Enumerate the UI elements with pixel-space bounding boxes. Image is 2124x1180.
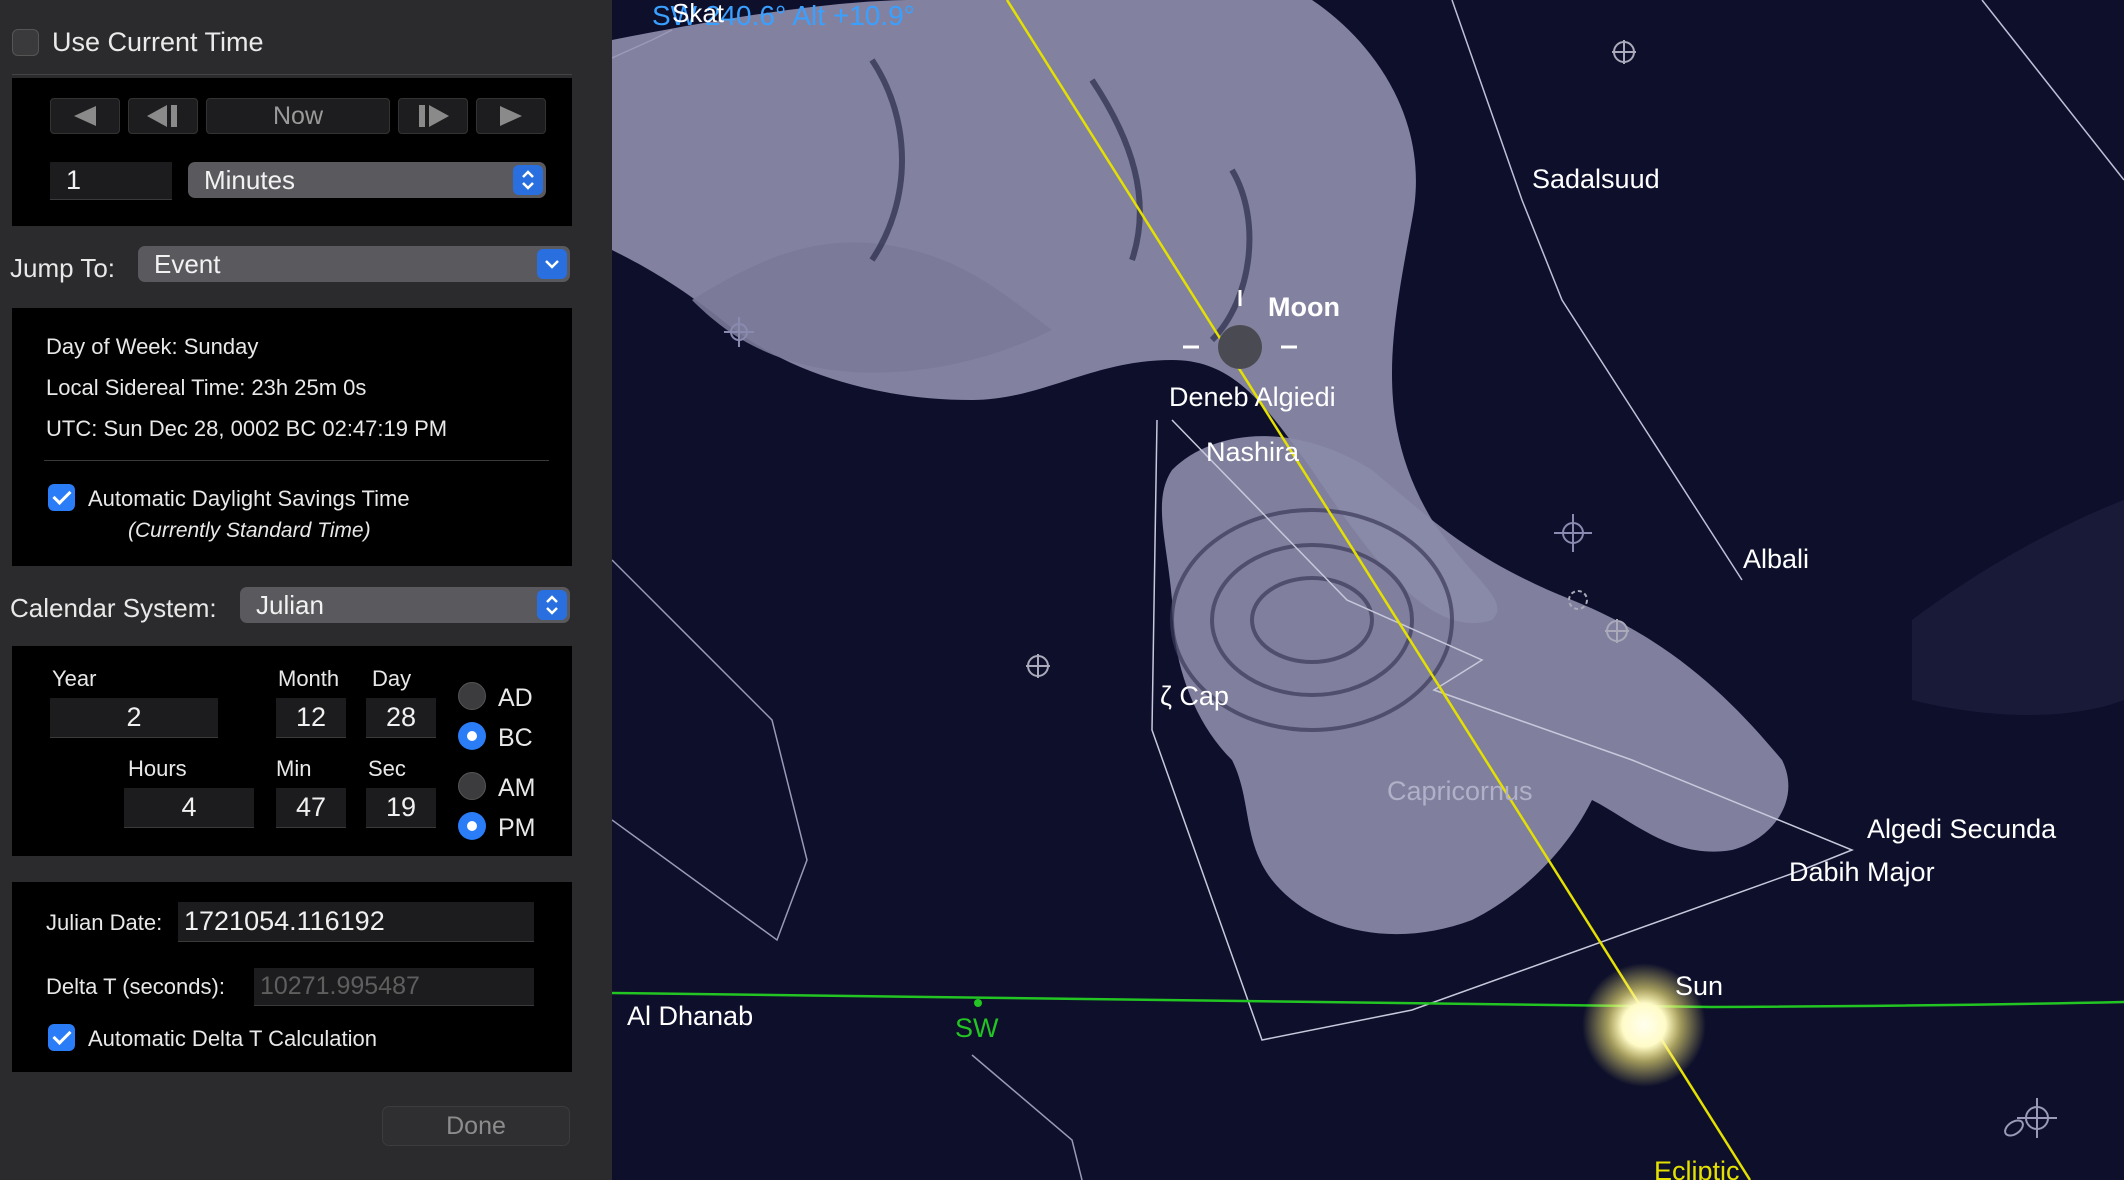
- star-label-albali[interactable]: Albali: [1743, 544, 1809, 575]
- use-current-time-label: Use Current Time: [52, 27, 264, 57]
- calendar-system-value: Julian: [256, 589, 324, 620]
- year-label: Year: [52, 666, 97, 691]
- constellation-art: [612, 0, 2124, 1180]
- chevron-down-icon: [537, 249, 567, 279]
- delta-t-label: Delta T (seconds):: [46, 974, 225, 999]
- am-label: AM: [498, 774, 536, 802]
- sec-field[interactable]: 19: [366, 788, 436, 828]
- pm-radio[interactable]: [458, 812, 486, 840]
- sun-label[interactable]: Sun: [1675, 971, 1723, 1002]
- time-stepper-box: Now 1 Minutes: [12, 78, 572, 226]
- star-label-algedi-secunda[interactable]: Algedi Secunda: [1867, 814, 2056, 845]
- ecliptic-label: Ecliptic: [1654, 1156, 1740, 1180]
- delta-t-field[interactable]: 10271.995487: [254, 968, 534, 1006]
- date-fields-box: Year Month Day 2 12 28 AD BC Hours Min S…: [12, 646, 572, 856]
- star-label-dabih-major[interactable]: Dabih Major: [1789, 857, 1935, 888]
- bc-radio[interactable]: [458, 722, 486, 750]
- triangle-right-icon: [500, 106, 522, 126]
- local-sidereal-time: Local Sidereal Time: 23h 25m 0s: [46, 375, 367, 400]
- star-label-deneb-algiedi[interactable]: Deneb Algiedi: [1169, 382, 1336, 413]
- step-forward-icon: [419, 105, 449, 127]
- star-label-skat: Skat: [672, 0, 725, 28]
- utc-time: UTC: Sun Dec 28, 0002 BC 02:47:19 PM: [46, 416, 448, 441]
- bc-label: BC: [498, 724, 533, 752]
- hours-label: Hours: [128, 756, 187, 781]
- am-radio[interactable]: [458, 772, 486, 800]
- moon-disc[interactable]: [1218, 325, 1262, 369]
- step-back-fast-button[interactable]: [50, 98, 120, 134]
- star-label-al-dhanab[interactable]: Al Dhanab: [627, 1001, 753, 1032]
- star-label-nashira[interactable]: Nashira: [1206, 437, 1299, 468]
- calendar-system-label: Calendar System:: [10, 593, 217, 623]
- auto-dst-label: Automatic Daylight Savings Time: [88, 486, 410, 511]
- compass-label-sw: SW: [955, 1013, 999, 1043]
- month-label: Month: [278, 666, 340, 691]
- day-field[interactable]: 28: [366, 698, 436, 738]
- star-label-sadalsuud[interactable]: Sadalsuud: [1532, 164, 1660, 195]
- julian-date-box: Julian Date: 1721054.116192 Delta T (sec…: [12, 882, 572, 1072]
- auto-delta-t-label: Automatic Delta T Calculation: [88, 1026, 377, 1051]
- updown-chevron-icon: [537, 590, 567, 620]
- jump-to-value: Event: [154, 248, 221, 279]
- jump-to-popup[interactable]: Event: [138, 246, 570, 282]
- min-label: Min: [276, 756, 312, 781]
- dst-status-note: (Currently Standard Time): [128, 519, 371, 542]
- step-forward-button[interactable]: [398, 98, 468, 134]
- triangle-left-icon: [74, 106, 96, 126]
- updown-chevron-icon: [513, 165, 543, 195]
- min-field[interactable]: 47: [276, 788, 346, 828]
- day-of-week: Day of Week: Sunday: [46, 334, 259, 359]
- year-field[interactable]: 2: [50, 698, 218, 738]
- star-label-zeta-cap[interactable]: ζ Cap: [1160, 681, 1229, 712]
- day-label: Day: [372, 666, 412, 691]
- auto-delta-t-checkbox[interactable]: [48, 1024, 75, 1051]
- calendar-system-popup[interactable]: Julian: [240, 587, 570, 623]
- sec-label: Sec: [368, 756, 406, 781]
- step-forward-fast-button[interactable]: [476, 98, 546, 134]
- julian-date-label: Julian Date:: [46, 910, 163, 935]
- jump-to-label: Jump To:: [10, 253, 116, 283]
- now-button[interactable]: Now: [206, 98, 390, 134]
- done-button[interactable]: Done: [382, 1106, 570, 1146]
- month-field[interactable]: 12: [276, 698, 346, 738]
- ad-label: AD: [498, 684, 533, 712]
- date-time-panel: Use Current Time Now 1 Minutes Jump To: …: [0, 0, 612, 1180]
- step-back-button[interactable]: [128, 98, 198, 134]
- step-unit-value: Minutes: [204, 164, 296, 195]
- compass-point-marker: [974, 999, 982, 1007]
- use-current-time-checkbox[interactable]: [12, 29, 39, 56]
- sky-chart[interactable]: SW 240.6° Alt +10.9° Skat Sadalsuud Moon…: [612, 0, 2124, 1180]
- constellation-label-capricornus[interactable]: Capricornus: [1387, 776, 1533, 807]
- divider: [12, 74, 572, 75]
- step-backward-icon: [147, 105, 177, 127]
- time-info-box: Day of Week: Sunday Local Sidereal Time:…: [12, 308, 572, 566]
- step-unit-popup[interactable]: Minutes: [188, 162, 546, 198]
- step-amount-field[interactable]: 1: [50, 162, 172, 200]
- ad-radio[interactable]: [458, 682, 486, 710]
- divider: [44, 460, 549, 461]
- pm-label: PM: [498, 814, 536, 842]
- hours-field[interactable]: 4: [124, 788, 254, 828]
- auto-dst-checkbox[interactable]: [48, 484, 75, 511]
- julian-date-field[interactable]: 1721054.116192: [178, 902, 534, 942]
- moon-label[interactable]: Moon: [1268, 292, 1340, 323]
